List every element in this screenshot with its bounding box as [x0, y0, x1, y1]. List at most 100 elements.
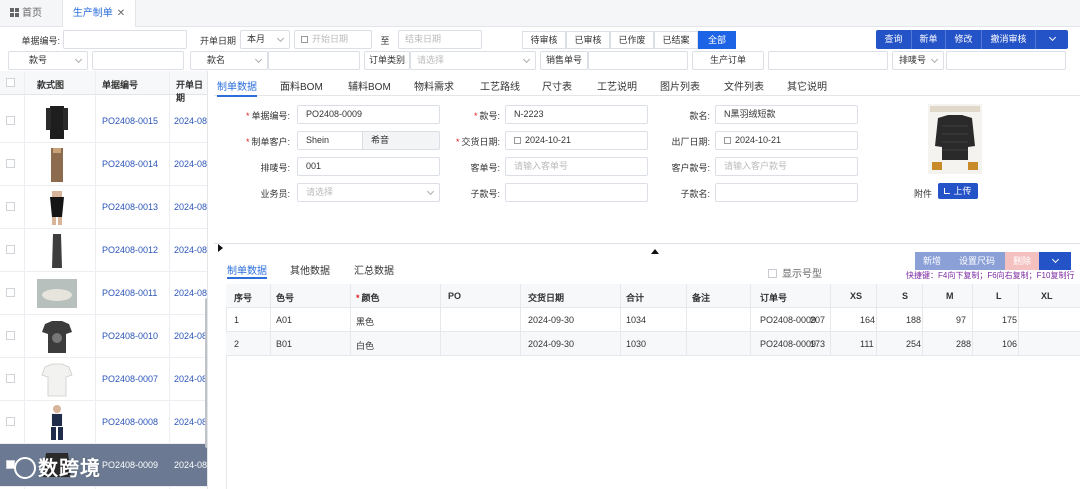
tab-process-route[interactable]: 工艺路线	[480, 78, 520, 93]
new-order-button[interactable]: 新单	[912, 30, 946, 49]
col-po[interactable]: PO	[448, 291, 461, 301]
col-m[interactable]: M	[946, 291, 954, 301]
show-size-group-checkbox[interactable]	[768, 269, 777, 278]
edit-button[interactable]: 修改	[946, 30, 982, 49]
sub-style-field[interactable]	[505, 183, 648, 202]
style-name-field[interactable]: N黑羽绒短款	[715, 105, 858, 124]
status-approved[interactable]: 已审核	[566, 31, 610, 49]
row-checkbox[interactable]	[6, 159, 15, 168]
col-seq[interactable]: 序号	[234, 291, 252, 304]
tab-accessory-bom[interactable]: 辅料BOM	[348, 78, 391, 93]
tab-fabric-bom[interactable]: 面料BOM	[280, 78, 323, 93]
col-s[interactable]: S	[902, 291, 908, 301]
row-checkbox[interactable]	[6, 245, 15, 254]
tab-process-notes[interactable]: 工艺说明	[597, 78, 637, 93]
query-button[interactable]: 查询	[876, 30, 912, 49]
table-row[interactable]: PO2408-0007 2024-08	[0, 358, 208, 401]
col-color-code[interactable]: 色号	[276, 291, 294, 304]
row-checkbox[interactable]	[6, 417, 15, 426]
col-doc-no[interactable]: 单据编号	[102, 78, 138, 91]
order-type-select[interactable]: 请选择	[410, 51, 536, 70]
style-no-field[interactable]: 款号	[8, 51, 88, 70]
table-row[interactable]: 1 A01 黑色 2024-09-30 1034 PO2408-0009 207…	[226, 308, 1080, 332]
customer-field[interactable]: Shein	[297, 131, 367, 150]
set-sizes-button[interactable]: 设置尺码	[949, 252, 1005, 270]
doc-no: PO2408-0008	[102, 417, 159, 427]
doc-no-input[interactable]	[63, 30, 187, 49]
col-l[interactable]: L	[996, 291, 1002, 301]
sales-no-input[interactable]	[588, 51, 688, 70]
subtab-other-data[interactable]: 其他数据	[290, 262, 330, 277]
close-icon[interactable]: ✕	[117, 8, 125, 19]
tab-production-order[interactable]: 生产制单 ✕	[62, 0, 136, 27]
col-xl[interactable]: XL	[1041, 291, 1053, 301]
collapse-left-icon[interactable]	[218, 244, 223, 252]
list-scrollbar[interactable]	[205, 298, 207, 448]
status-pending[interactable]: 待审核	[522, 31, 566, 49]
row-checkbox[interactable]	[6, 288, 15, 297]
tab-size-chart[interactable]: 尺寸表	[542, 78, 572, 93]
status-voided[interactable]: 已作废	[610, 31, 654, 49]
col-total[interactable]: 合计	[626, 291, 644, 304]
marker-field[interactable]: 001	[297, 157, 440, 176]
cust-order-field[interactable]: 请输入客单号	[505, 157, 648, 176]
doc-no-field[interactable]: PO2408-0009	[297, 105, 440, 124]
ship-date-field[interactable]: 2024-10-21	[715, 131, 858, 150]
row-checkbox[interactable]	[6, 331, 15, 340]
salesman-select[interactable]: 请选择	[297, 183, 440, 202]
status-closed[interactable]: 已结案	[654, 31, 698, 49]
product-image	[928, 104, 982, 174]
date-start-input[interactable]: 开始日期	[294, 30, 372, 49]
row-checkbox[interactable]	[6, 116, 15, 125]
style-name-field[interactable]: 款名	[190, 51, 268, 70]
col-xs[interactable]: XS	[850, 291, 862, 301]
table-row[interactable]: PO2408-0010 2024-08	[0, 315, 207, 358]
tab-material-demand[interactable]: 物料需求	[414, 78, 454, 93]
tab-file-list[interactable]: 文件列表	[724, 78, 764, 93]
delete-button[interactable]: 删除	[1005, 252, 1039, 270]
col-remark[interactable]: 备注	[692, 291, 710, 304]
col-color[interactable]: * 颜色	[356, 291, 380, 304]
add-row-button[interactable]: 新增	[915, 252, 949, 270]
table-row[interactable]: PO2408-0008 2024-08	[0, 401, 207, 444]
subtab-summary-data[interactable]: 汇总数据	[354, 262, 394, 277]
select-all-checkbox[interactable]	[6, 78, 15, 87]
table-row[interactable]: 2 B01 白色 2024-09-30 1030 PO2408-0009 173…	[226, 332, 1080, 356]
tab-image-list[interactable]: 图片列表	[660, 78, 700, 93]
collapse-up-icon[interactable]	[651, 249, 659, 254]
marker-no-field[interactable]: 排唛号	[892, 51, 944, 70]
row-checkbox[interactable]	[6, 374, 15, 383]
table-row[interactable]: PO2408-0012 2024-08	[0, 229, 207, 272]
tab-other-notes[interactable]: 其它说明	[787, 78, 827, 93]
col-order-no[interactable]: 订单号	[760, 291, 787, 304]
upload-button[interactable]: 上传	[938, 183, 978, 199]
tab-home[interactable]: 首页	[10, 0, 60, 27]
more-actions-button[interactable]	[1036, 30, 1068, 49]
marker-no-input[interactable]	[946, 51, 1066, 70]
prod-order-input[interactable]	[768, 51, 888, 70]
open-date: 2024-08	[174, 374, 208, 384]
table-row[interactable]: PO2408-0014 2024-08	[0, 143, 207, 186]
tab-order-data[interactable]: 制单数据	[217, 78, 257, 97]
col-delivery-date[interactable]: 交货日期	[528, 291, 564, 304]
style-name-input[interactable]	[268, 51, 360, 70]
style-no-input[interactable]	[92, 51, 184, 70]
style-no-field[interactable]: N-2223	[505, 105, 648, 124]
period-select[interactable]: 本月	[240, 30, 290, 49]
table-row[interactable]: PO2408-0011 2024-08	[0, 272, 207, 315]
date-end-input[interactable]: 结束日期	[398, 30, 482, 49]
subtab-order-data[interactable]: 制单数据	[227, 262, 267, 279]
status-all[interactable]: 全部	[698, 31, 736, 49]
table-row[interactable]: PO2408-0015 2024-08	[0, 100, 207, 143]
col-style-image[interactable]: 款式图	[37, 78, 64, 91]
cust-style-form-label: 客户款号:	[671, 163, 710, 173]
sub-name-field[interactable]	[715, 183, 858, 202]
cust-style-field[interactable]: 请输入客户款号	[715, 157, 858, 176]
row-checkbox[interactable]	[6, 202, 15, 211]
delivery-date-field[interactable]: 2024-10-21	[505, 131, 648, 150]
table-row[interactable]: PO2408-0013 2024-08	[0, 186, 207, 229]
revoke-approval-button[interactable]: 撤消审核	[982, 30, 1036, 49]
more-sub-actions-button[interactable]	[1039, 252, 1071, 270]
calendar-icon	[514, 137, 521, 144]
show-size-group-toggle[interactable]: 显示号型	[768, 265, 822, 280]
